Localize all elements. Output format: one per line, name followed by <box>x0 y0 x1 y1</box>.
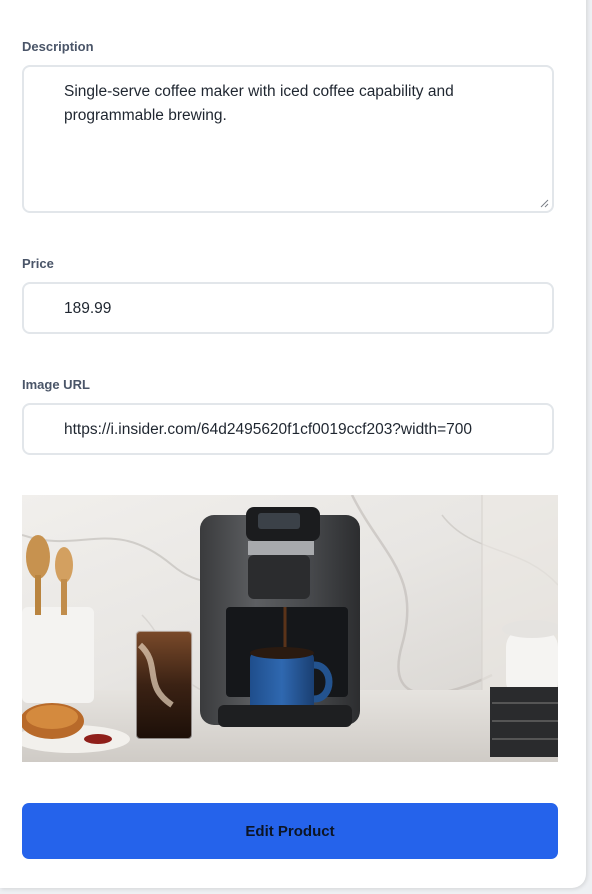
description-text: Single-serve coffee maker with iced coff… <box>64 80 522 128</box>
edit-product-button[interactable]: Edit Product <box>22 803 558 859</box>
product-image-preview <box>22 495 558 762</box>
description-textarea[interactable]: Single-serve coffee maker with iced coff… <box>22 65 554 213</box>
price-value: 189.99 <box>64 300 112 317</box>
description-text-line2: programmable brewing. <box>64 107 227 124</box>
coffee-maker-image <box>22 495 558 762</box>
price-input[interactable]: 189.99 <box>22 282 554 334</box>
image-url-value: https://i.insider.com/64d2495620f1cf0019… <box>64 421 473 438</box>
description-label: Description <box>22 39 94 54</box>
image-url-label: Image URL <box>22 377 90 392</box>
resize-handle-icon[interactable] <box>540 199 549 208</box>
image-url-input[interactable]: https://i.insider.com/64d2495620f1cf0019… <box>22 403 554 455</box>
price-label: Price <box>22 256 54 271</box>
description-text-line1: Single-serve coffee maker with iced coff… <box>64 83 454 100</box>
